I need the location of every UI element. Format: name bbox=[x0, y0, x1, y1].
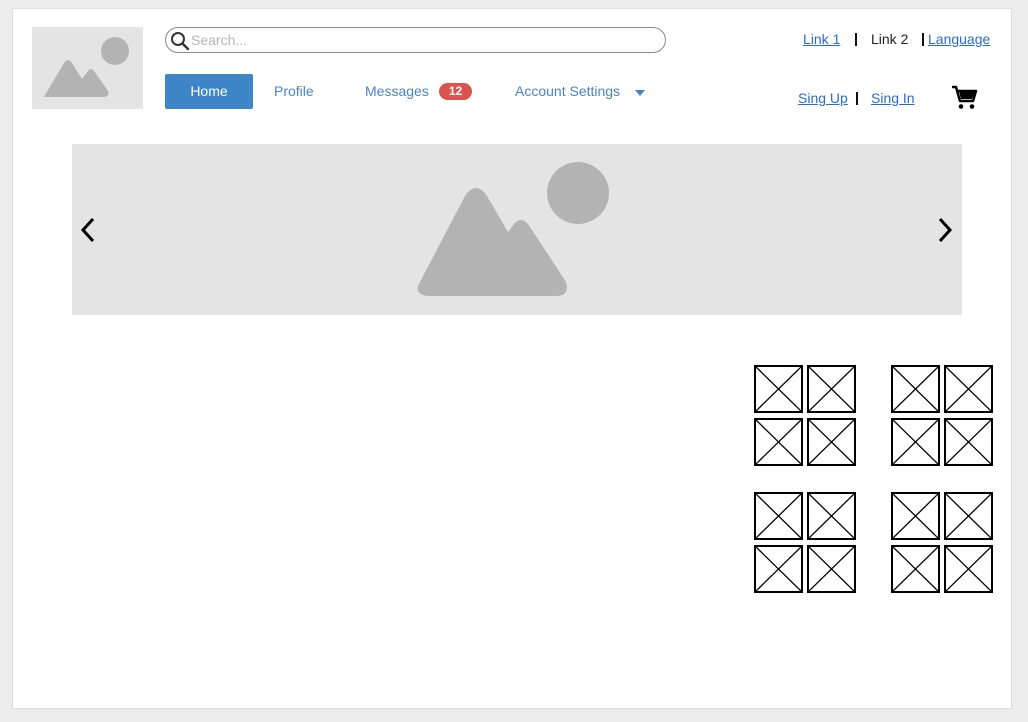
image-carousel[interactable] bbox=[72, 144, 962, 315]
link-separator bbox=[856, 92, 858, 105]
chevron-right-icon[interactable] bbox=[937, 217, 953, 248]
sign-in-link[interactable]: Sing In bbox=[871, 89, 915, 107]
thumbnail-image[interactable] bbox=[754, 545, 803, 593]
thumbnail-image[interactable] bbox=[754, 418, 803, 466]
broken-image-icon bbox=[809, 547, 854, 591]
broken-image-icon bbox=[809, 494, 854, 538]
thumbnail-image[interactable] bbox=[944, 418, 993, 466]
image-placeholder-icon bbox=[417, 162, 609, 296]
tab-profile[interactable]: Profile bbox=[274, 74, 314, 109]
link-1[interactable]: Link 1 bbox=[803, 30, 840, 48]
broken-image-icon bbox=[893, 420, 938, 464]
tab-messages[interactable]: Messages bbox=[365, 74, 429, 109]
thumbnail-image[interactable] bbox=[891, 365, 940, 413]
tab-account-settings[interactable]: Account Settings bbox=[515, 74, 620, 109]
chevron-down-icon[interactable] bbox=[635, 90, 645, 96]
broken-image-icon bbox=[893, 547, 938, 591]
thumbnail-image[interactable] bbox=[754, 365, 803, 413]
thumbnail-image[interactable] bbox=[891, 492, 940, 540]
page-frame bbox=[12, 8, 1012, 709]
broken-image-icon bbox=[893, 494, 938, 538]
sign-up-link[interactable]: Sing Up bbox=[798, 89, 848, 107]
broken-image-icon bbox=[946, 494, 991, 538]
thumbnail-image[interactable] bbox=[807, 418, 856, 466]
cart-icon[interactable] bbox=[951, 85, 979, 116]
thumbnail-image[interactable] bbox=[891, 418, 940, 466]
search-input[interactable] bbox=[191, 30, 651, 50]
thumbnail-image[interactable] bbox=[807, 492, 856, 540]
search-icon bbox=[171, 32, 190, 51]
broken-image-icon bbox=[756, 367, 801, 411]
broken-image-icon bbox=[809, 420, 854, 464]
search-bar[interactable] bbox=[165, 27, 666, 53]
thumbnail-image[interactable] bbox=[891, 545, 940, 593]
link-separator bbox=[922, 33, 924, 46]
broken-image-icon bbox=[756, 547, 801, 591]
broken-image-icon bbox=[756, 494, 801, 538]
tab-home[interactable]: Home bbox=[165, 74, 253, 109]
thumbnail-image[interactable] bbox=[944, 492, 993, 540]
language-link[interactable]: Language bbox=[928, 30, 990, 48]
messages-count-badge: 12 bbox=[439, 83, 472, 100]
broken-image-icon bbox=[946, 367, 991, 411]
thumbnail-image[interactable] bbox=[807, 545, 856, 593]
link-separator bbox=[855, 33, 857, 46]
broken-image-icon bbox=[809, 367, 854, 411]
thumbnail-image[interactable] bbox=[944, 545, 993, 593]
chevron-left-icon[interactable] bbox=[80, 217, 96, 248]
image-placeholder-icon bbox=[44, 37, 129, 97]
logo-image[interactable] bbox=[32, 27, 143, 109]
broken-image-icon bbox=[756, 420, 801, 464]
broken-image-icon bbox=[893, 367, 938, 411]
thumbnail-image[interactable] bbox=[944, 365, 993, 413]
broken-image-icon bbox=[946, 547, 991, 591]
thumbnail-image[interactable] bbox=[807, 365, 856, 413]
broken-image-icon bbox=[946, 420, 991, 464]
thumbnail-image[interactable] bbox=[754, 492, 803, 540]
link-2[interactable]: Link 2 bbox=[871, 30, 908, 48]
